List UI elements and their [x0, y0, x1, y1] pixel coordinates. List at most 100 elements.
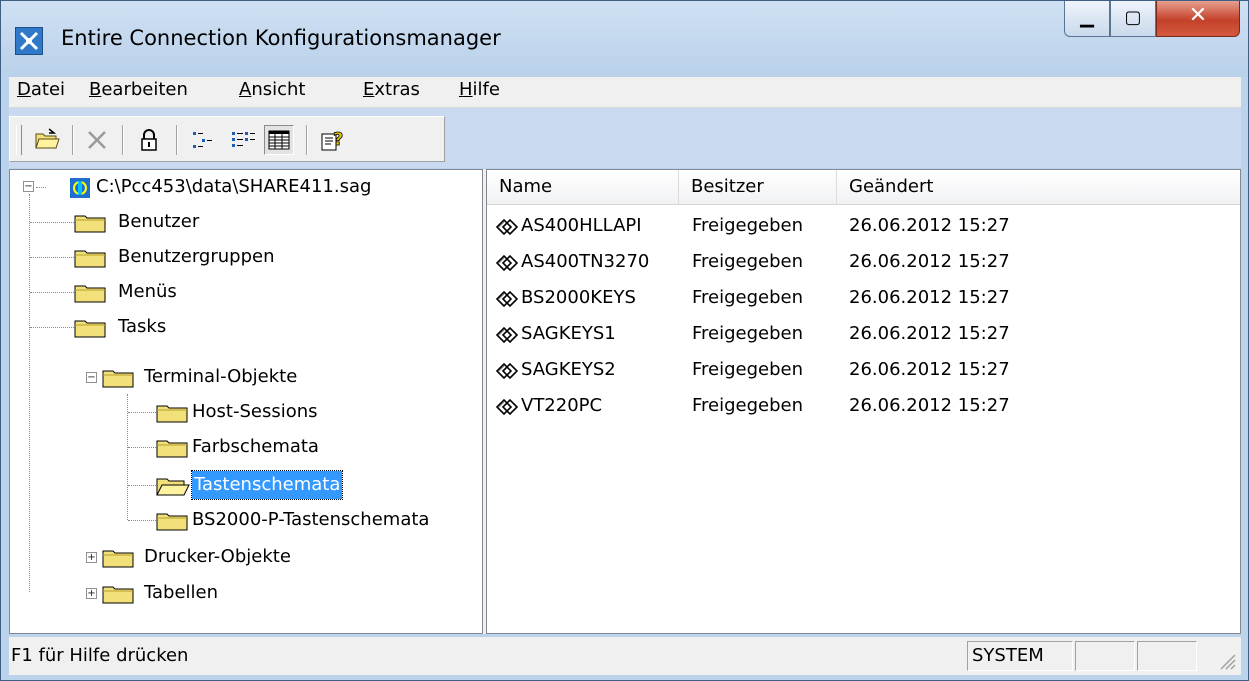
toolbar-separator — [72, 125, 74, 155]
tree-item-benutzer[interactable]: Benutzer — [14, 207, 474, 237]
maximize-button[interactable]: ▢ — [1110, 1, 1156, 37]
key-mapping-icon — [493, 216, 521, 238]
list-item-name: SAGKEYS2 — [521, 359, 616, 380]
window-title: Entire Connection Konfigurationsmanager — [61, 26, 501, 50]
menu-ansicht[interactable]: Ansicht — [239, 79, 305, 100]
app-icon[interactable] — [15, 27, 43, 55]
key-mapping-icon — [493, 324, 521, 346]
open-folder-icon — [156, 478, 190, 496]
column-header-changed[interactable]: Geändert — [837, 170, 1240, 204]
list-item-owner: Freigegeben — [692, 395, 804, 416]
list-item[interactable]: VT220PC Freigegeben 26.06.2012 15:27 — [487, 391, 1237, 421]
help-button[interactable]: ? — [318, 125, 348, 155]
large-icons-view-icon — [193, 132, 212, 148]
tree-item-host-sessions[interactable]: Host-Sessions — [14, 397, 474, 427]
key-mapping-icon — [493, 396, 521, 418]
list-item-changed: 26.06.2012 15:27 — [849, 251, 1010, 272]
list-item[interactable]: AS400HLLAPI Freigegeben 26.06.2012 15:27 — [487, 211, 1237, 241]
expand-icon[interactable]: + — [86, 552, 97, 563]
column-header-owner[interactable]: Besitzer — [679, 170, 837, 204]
key-mapping-icon — [493, 360, 521, 382]
list-item-changed: 26.06.2012 15:27 — [849, 359, 1010, 380]
list-item-name: VT220PC — [521, 395, 603, 416]
folder-icon — [156, 513, 188, 531]
status-bar: F1 für Hilfe drücken SYSTEM — [9, 637, 1241, 675]
database-icon — [70, 178, 90, 198]
tree-item-drucker-objekte[interactable]: + Drucker-Objekte — [14, 542, 474, 572]
tree-pane[interactable]: − C:\Pcc453\data\SHARE411.sag Benutzer B… — [9, 169, 483, 634]
resize-grip-icon[interactable] — [1215, 649, 1237, 671]
tree-root-label: C:\Pcc453\data\SHARE411.sag — [96, 176, 372, 197]
list-item-owner: Freigegeben — [692, 323, 804, 344]
delete-icon — [88, 131, 106, 149]
minimize-icon: ▁ — [1080, 7, 1094, 28]
column-header-name[interactable]: Name — [487, 170, 679, 204]
details-view-button[interactable] — [264, 125, 294, 155]
lock-button[interactable] — [134, 125, 164, 155]
folder-icon — [102, 370, 134, 388]
main-window: Entire Connection Konfigurationsmanager … — [0, 0, 1249, 681]
tree-item-menues[interactable]: Menüs — [14, 277, 474, 307]
list-view-icon — [232, 132, 255, 147]
maximize-icon: ▢ — [1124, 7, 1142, 28]
status-text: F1 für Hilfe drücken — [11, 645, 189, 666]
list-item-owner: Freigegeben — [692, 251, 804, 272]
tree-item-farbschemata[interactable]: Farbschemata — [14, 432, 474, 462]
list-item[interactable]: AS400TN3270 Freigegeben 26.06.2012 15:27 — [487, 247, 1237, 277]
menu-hilfe[interactable]: Hilfe — [459, 79, 500, 100]
folder-icon — [156, 440, 188, 458]
toolbar: ? — [9, 108, 1241, 168]
details-view-icon — [268, 130, 290, 150]
close-icon: ✕ — [1188, 3, 1208, 28]
toolbar-grip[interactable] — [16, 125, 22, 155]
list-view-button[interactable] — [228, 125, 258, 155]
status-panel — [1075, 641, 1135, 671]
delete-button[interactable] — [82, 125, 112, 155]
toolbar-separator — [306, 125, 308, 155]
tree-item-terminal-objekte[interactable]: − Terminal-Objekte — [14, 362, 474, 392]
tree-item-tasks[interactable]: Tasks — [14, 312, 474, 342]
list-item-name: AS400HLLAPI — [521, 215, 642, 236]
menu-datei[interactable]: Datei — [17, 79, 65, 100]
folder-icon — [74, 215, 106, 233]
list-item-changed: 26.06.2012 15:27 — [849, 323, 1010, 344]
collapse-icon[interactable]: − — [23, 181, 34, 192]
tree-item-tabellen[interactable]: + Tabellen — [14, 578, 474, 608]
folder-icon — [74, 285, 106, 303]
close-button[interactable]: ✕ — [1156, 1, 1240, 37]
status-panel — [1137, 641, 1197, 671]
list-item[interactable]: SAGKEYS1 Freigegeben 26.06.2012 15:27 — [487, 319, 1237, 349]
toolbar-band: ? — [9, 116, 445, 162]
minimize-button[interactable]: ▁ — [1064, 1, 1110, 37]
folder-icon — [156, 405, 188, 423]
title-bar[interactable]: Entire Connection Konfigurationsmanager … — [1, 1, 1248, 77]
open-button[interactable] — [32, 125, 62, 155]
menu-extras[interactable]: Extras — [363, 79, 420, 100]
list-item-name: BS2000KEYS — [521, 287, 636, 308]
collapse-icon[interactable]: − — [86, 372, 97, 383]
key-mapping-icon — [493, 288, 521, 310]
list-item-changed: 26.06.2012 15:27 — [849, 215, 1010, 236]
toolbar-separator — [122, 125, 124, 155]
svg-text:?: ? — [333, 129, 343, 150]
tree-item-benutzergruppen[interactable]: Benutzergruppen — [14, 242, 474, 272]
tree-item-bs2000-p-tastenschemata[interactable]: BS2000-P-Tastenschemata — [14, 505, 474, 535]
status-user: SYSTEM — [967, 641, 1073, 671]
tree-item-tastenschemata[interactable]: Tastenschemata — [14, 470, 474, 500]
key-mapping-icon — [493, 252, 521, 274]
expand-icon[interactable]: + — [86, 588, 97, 599]
folder-icon — [74, 320, 106, 338]
list-pane[interactable]: Name Besitzer Geändert AS400HLLAPI Freige… — [486, 169, 1241, 634]
list-header: Name Besitzer Geändert — [487, 170, 1240, 205]
folder-icon — [74, 250, 106, 268]
toolbar-separator — [176, 125, 178, 155]
list-item-changed: 26.06.2012 15:27 — [849, 287, 1010, 308]
list-item[interactable]: SAGKEYS2 Freigegeben 26.06.2012 15:27 — [487, 355, 1237, 385]
list-item-owner: Freigegeben — [692, 215, 804, 236]
large-icons-view-button[interactable] — [188, 125, 218, 155]
list-item-owner: Freigegeben — [692, 287, 804, 308]
list-item-owner: Freigegeben — [692, 359, 804, 380]
list-item-name: AS400TN3270 — [521, 251, 650, 272]
list-item[interactable]: BS2000KEYS Freigegeben 26.06.2012 15:27 — [487, 283, 1237, 313]
menu-bearbeiten[interactable]: Bearbeiten — [89, 79, 188, 100]
